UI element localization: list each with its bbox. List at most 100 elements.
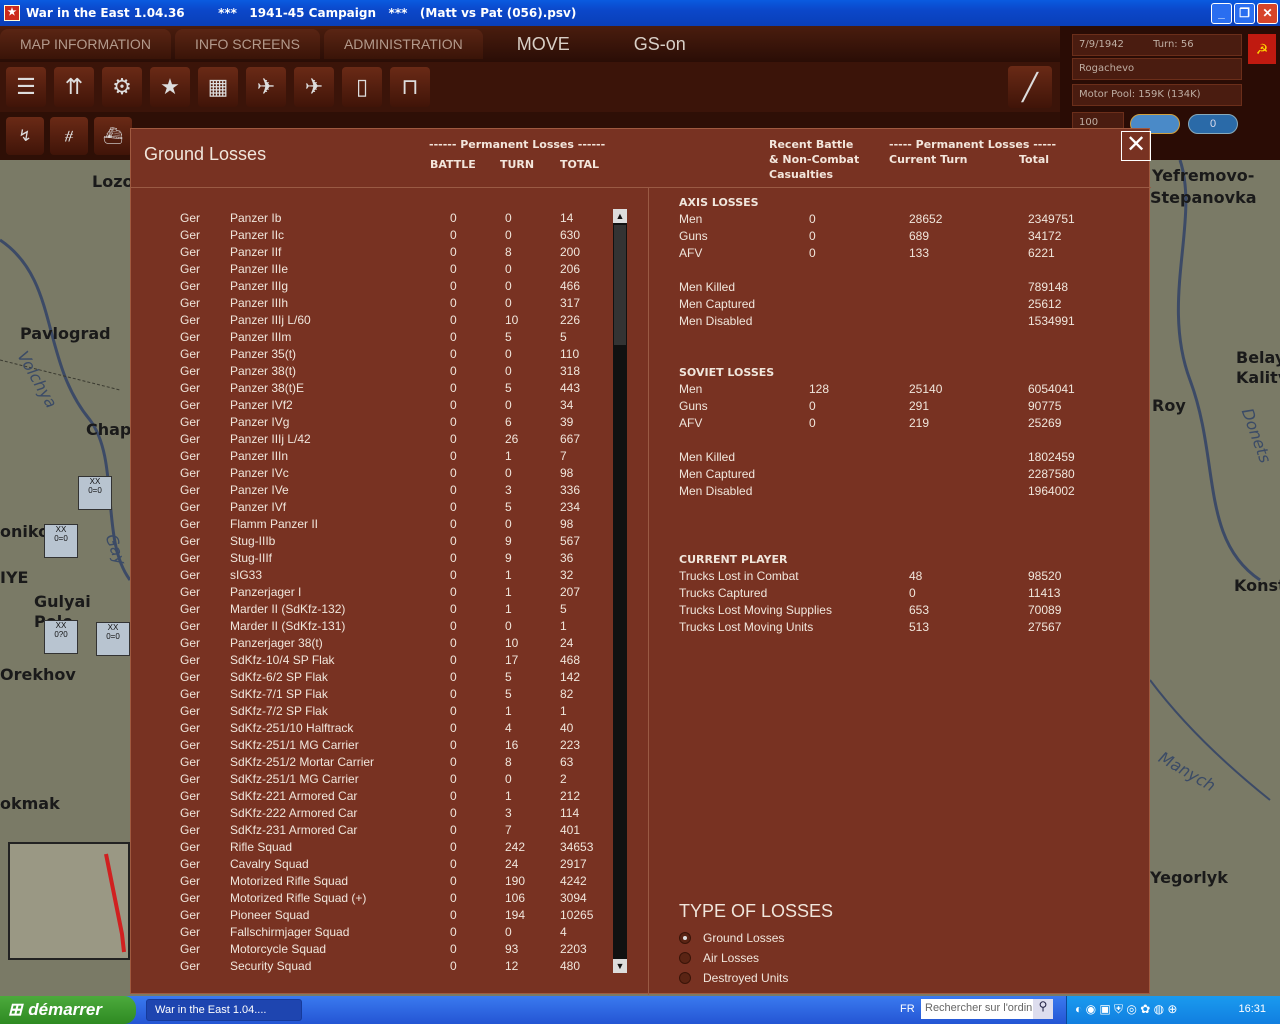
- radio-selected-icon[interactable]: [679, 932, 691, 944]
- table-row: Ger SdKfz-251/10 Halftrack 0 4 40: [131, 721, 611, 738]
- turn-label: Turn: 56: [1153, 39, 1194, 50]
- equipment-name-cell: Panzer IVf: [230, 500, 287, 514]
- radio-icon[interactable]: [679, 952, 691, 964]
- tray-icons[interactable]: ◐ ◉ ▣ ⛨ ◎ ✿ ◍ ⊕: [1075, 1002, 1177, 1017]
- nation-cell: Ger: [180, 721, 201, 735]
- equipment-name-cell: SdKfz-222 Armored Car: [230, 806, 358, 820]
- nation-cell: Ger: [180, 330, 201, 344]
- total-cell: 667: [560, 432, 581, 446]
- ship-icon[interactable]: ⛴: [94, 117, 132, 155]
- table-row: Ger Panzerjager 38(t) 0 10 24: [131, 636, 611, 653]
- casualty-label: Men Killed: [679, 450, 736, 464]
- pencil-icon[interactable]: ╱: [1008, 66, 1052, 108]
- start-button[interactable]: ⊞ démarrer: [0, 996, 136, 1024]
- scroll-thumb[interactable]: [614, 225, 626, 345]
- close-window-button[interactable]: ✕: [1257, 3, 1278, 24]
- turn-cell: 5: [505, 670, 512, 684]
- factory-icon[interactable]: ▦: [198, 67, 238, 107]
- list-scrollbar[interactable]: ▲ ▼: [613, 209, 627, 973]
- railhead-icon[interactable]: ⊓: [390, 67, 430, 107]
- close-dialog-button[interactable]: ✕: [1121, 131, 1151, 161]
- total-cell: 317: [560, 296, 581, 310]
- units-icon[interactable]: ⇈: [54, 67, 94, 107]
- unit-counter[interactable]: XX 0=0: [96, 622, 130, 656]
- counter-badge[interactable]: 0: [1188, 114, 1238, 134]
- search-icon[interactable]: ⚲: [1033, 999, 1053, 1019]
- windows-taskbar: ⊞ démarrer War in the East 1.04.... FR R…: [0, 996, 1280, 1024]
- nation-cell: Ger: [180, 840, 201, 854]
- table-row: Ger Panzer IIc 0 0 630: [131, 228, 611, 245]
- equipment-name-cell: Marder II (SdKfz-131): [230, 619, 346, 633]
- recent-value: 0: [809, 246, 816, 260]
- nation-cell: Ger: [180, 908, 201, 922]
- equipment-name-cell: SdKfz-251/1 MG Carrier: [230, 772, 359, 786]
- radio-air-losses[interactable]: Air Losses: [679, 951, 759, 965]
- table-row: Ger Stug-IIIb 0 9 567: [131, 534, 611, 551]
- table-row: Ger Panzerjager I 0 1 207: [131, 585, 611, 602]
- turn-cell: 1: [505, 568, 512, 582]
- current-turn-value: 25140: [909, 382, 943, 396]
- tab-administration[interactable]: ADMINISTRATION: [323, 29, 483, 59]
- turn-cell: 26: [505, 432, 519, 446]
- battle-cell: 0: [450, 925, 457, 939]
- nation-cell: Ger: [180, 347, 201, 361]
- taskbar-app-item[interactable]: War in the East 1.04....: [146, 999, 302, 1021]
- gs-toggle-button[interactable]: GS-on: [604, 29, 716, 59]
- total-cell: 466: [560, 279, 581, 293]
- scroll-down-icon[interactable]: ▼: [613, 959, 627, 973]
- desktop-search-input[interactable]: Rechercher sur l'ordin: [921, 999, 1033, 1019]
- battle-cell: 0: [450, 483, 457, 497]
- equipment-name-cell: Marder II (SdKfz-132): [230, 602, 346, 616]
- window-title: War in the East 1.04.36 *** 1941-45 Camp…: [26, 6, 577, 20]
- radio-icon[interactable]: [679, 972, 691, 984]
- equipment-name-cell: Panzer IIIm: [230, 330, 292, 344]
- railway-icon[interactable]: ⧣: [50, 117, 88, 155]
- road-icon[interactable]: ↯: [6, 117, 44, 155]
- table-row: Ger Panzer IVg 0 6 39: [131, 415, 611, 432]
- turn-cell: 1: [505, 602, 512, 616]
- total-cell: 39: [560, 415, 574, 429]
- battle-cell: 0: [450, 364, 457, 378]
- truck-loss-label: Trucks Lost Moving Units: [679, 620, 814, 634]
- stack-icon[interactable]: ☰: [6, 67, 46, 107]
- air-mission-icon[interactable]: ✈: [294, 67, 334, 107]
- minimap[interactable]: [8, 842, 130, 960]
- table-row: Ger Panzer IIIj L/42 0 26 667: [131, 432, 611, 449]
- airplane-icon[interactable]: ✈: [246, 67, 286, 107]
- table-row: Ger Cavalry Squad 0 24 2917: [131, 857, 611, 874]
- radio-destroyed-units[interactable]: Destroyed Units: [679, 971, 788, 985]
- battle-column-header: BATTLE: [430, 158, 476, 171]
- rail-icon[interactable]: ▯: [342, 67, 382, 107]
- nation-cell: Ger: [180, 466, 201, 480]
- nation-cell: Ger: [180, 517, 201, 531]
- gear-icon[interactable]: ⚙: [102, 67, 142, 107]
- move-mode-button[interactable]: MOVE: [487, 29, 600, 59]
- loss-row: AFV 0 219 25269: [679, 416, 1119, 433]
- battle-cell: 0: [450, 211, 457, 225]
- table-row: Ger Panzer IIIj L/60 0 10 226: [131, 313, 611, 330]
- nation-cell: Ger: [180, 959, 201, 973]
- recent-value: 0: [809, 212, 816, 226]
- tab-map-information[interactable]: MAP INFORMATION: [0, 29, 171, 59]
- total-value: 6054041: [1028, 382, 1075, 396]
- total-cell: 10265: [560, 908, 594, 922]
- loss-label: Men: [679, 212, 703, 226]
- battle-cell: 0: [450, 959, 457, 973]
- table-row: Ger SdKfz-7/1 SP Flak 0 5 82: [131, 687, 611, 704]
- language-indicator[interactable]: FR: [900, 1003, 915, 1015]
- star-icon[interactable]: ★: [150, 67, 190, 107]
- unit-counter[interactable]: XX 0=0: [78, 476, 112, 510]
- minimize-button[interactable]: _: [1211, 3, 1232, 24]
- nation-cell: Ger: [180, 755, 201, 769]
- radio-ground-losses[interactable]: Ground Losses: [679, 931, 784, 945]
- battle-cell: 0: [450, 313, 457, 327]
- total-cell: 207: [560, 585, 581, 599]
- unit-counter[interactable]: XX 0?0: [44, 620, 78, 654]
- truck-loss-label: Trucks Lost in Combat: [679, 569, 799, 583]
- maximize-button[interactable]: ❐: [1234, 3, 1255, 24]
- unit-counter[interactable]: XX 0=0: [44, 524, 78, 558]
- battle-cell: 0: [450, 534, 457, 548]
- windows-logo-icon: ⊞: [8, 1000, 23, 1019]
- tab-info-screens[interactable]: INFO SCREENS: [174, 29, 320, 59]
- scroll-up-icon[interactable]: ▲: [613, 209, 627, 223]
